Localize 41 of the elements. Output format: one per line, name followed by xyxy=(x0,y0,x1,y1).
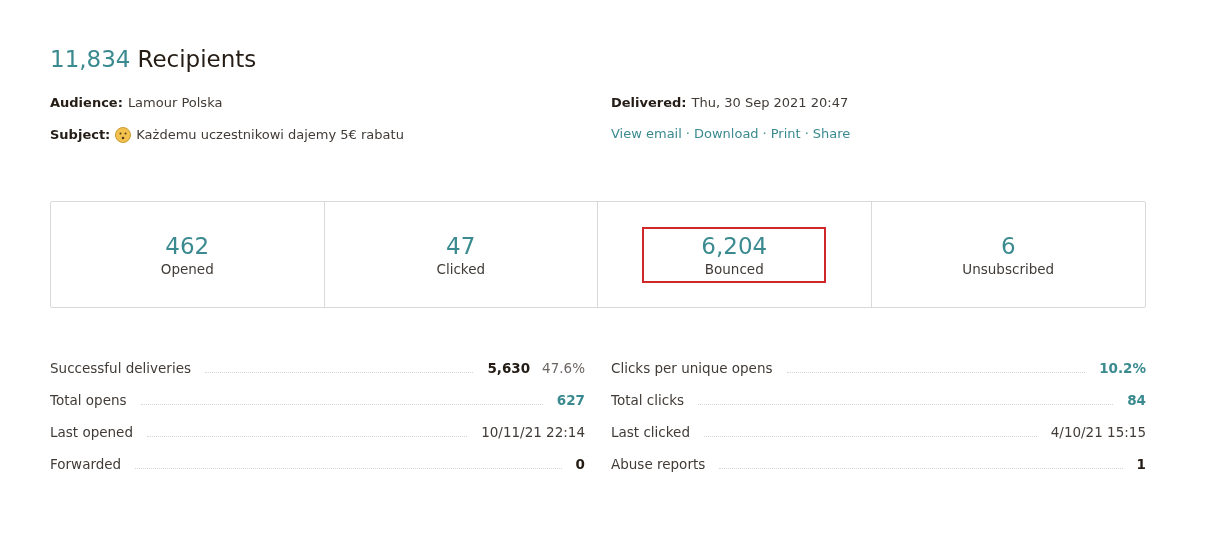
stat-label: Clicked xyxy=(436,260,486,277)
metric-value[interactable]: 84 xyxy=(1127,392,1146,408)
metric-label: Forwarded xyxy=(50,456,122,472)
metric-value: 10/11/21 22:14 xyxy=(481,424,585,440)
action-link[interactable]: Print xyxy=(770,126,801,141)
metric-label: Successful deliveries xyxy=(50,360,191,376)
stat-label: Bounced xyxy=(704,260,764,277)
link-separator: · xyxy=(804,126,809,141)
metric-percent: 47.6% xyxy=(542,360,585,376)
stat-value: 47 xyxy=(446,232,476,259)
detail-value: Lamour Polska xyxy=(127,95,223,110)
metric-label: Clicks per unique opens xyxy=(611,360,773,376)
detail-label: Delivered: xyxy=(611,95,687,110)
link-separator: · xyxy=(685,126,690,141)
metric-label: Total clicks xyxy=(611,392,685,408)
action-link[interactable]: Share xyxy=(812,126,851,141)
metric-value: 4/10/21 15:15 xyxy=(1050,424,1146,440)
metric-label: Last opened xyxy=(50,424,133,440)
action-link[interactable]: Download xyxy=(694,126,759,141)
stat-value: 6,204 xyxy=(701,232,768,259)
metric-label: Abuse reports xyxy=(611,456,706,472)
metric-value[interactable]: 10.2% xyxy=(1099,360,1146,376)
metric-value: 1 xyxy=(1136,456,1146,472)
detail-value: Każdemu uczestnikowi dajemy 5€ rabatu xyxy=(136,127,404,142)
detail-label: Audience: xyxy=(50,95,123,110)
recipient-count: 11,834 xyxy=(50,46,131,72)
detail-label: Subject: xyxy=(50,127,111,142)
emoji-icon xyxy=(115,126,132,143)
metric-value: 0 xyxy=(575,456,585,472)
stat-label: Opened xyxy=(160,260,214,277)
metric-label: Total opens xyxy=(50,392,127,408)
page-title: Recipients xyxy=(137,46,257,72)
stat-label: Unsubscribed xyxy=(962,260,1055,277)
link-separator: · xyxy=(762,126,767,141)
metric-label: Last clicked xyxy=(611,424,690,440)
stat-value: 462 xyxy=(165,232,210,259)
stat-value: 6 xyxy=(1000,232,1016,259)
metric-value[interactable]: 627 xyxy=(556,392,585,408)
action-link[interactable]: View email xyxy=(611,126,682,141)
metric-value: 5,630 xyxy=(487,360,531,376)
detail-value: Thu, 30 Sep 2021 20:47 xyxy=(691,95,849,110)
